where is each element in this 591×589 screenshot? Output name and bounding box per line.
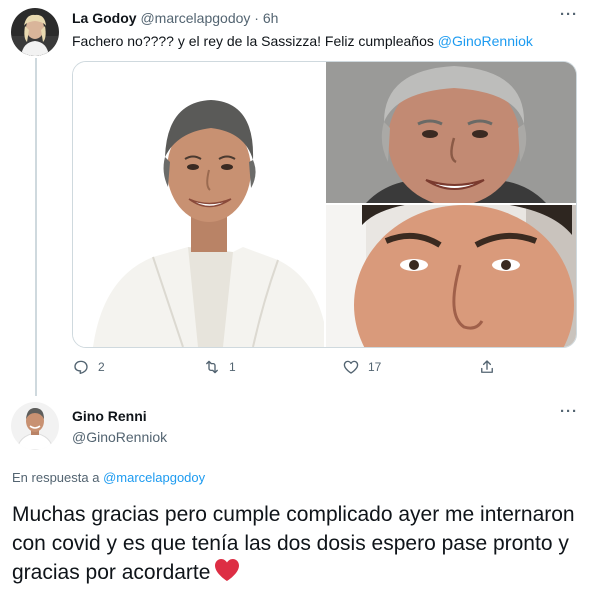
replying-to-label: En respuesta a @marcelapgodoy: [12, 470, 205, 485]
avatar-la-godoy[interactable]: [11, 8, 59, 56]
share-icon: [481, 360, 493, 373]
replying-to-prefix: En respuesta a: [12, 470, 104, 485]
tweet-text-main: Fachero no???? y el rey de la Sassizza! …: [72, 33, 438, 49]
share-button[interactable]: [478, 358, 504, 376]
like-count: 17: [368, 360, 382, 374]
thread-connector-line: [35, 58, 37, 396]
reply-text: Muchas gracias pero cumple complicado ay…: [12, 500, 582, 589]
retweet-count: 1: [229, 360, 236, 374]
author-name[interactable]: La Godoy: [72, 10, 137, 26]
reply-count: 2: [98, 360, 105, 374]
replying-to-mention[interactable]: @marcelapgodoy: [103, 470, 205, 485]
retweet-button[interactable]: 1: [203, 358, 236, 376]
reply-button[interactable]: 2: [72, 358, 105, 376]
more-options-icon[interactable]: ···: [560, 403, 578, 420]
media-photo-3[interactable]: [326, 205, 576, 347]
reply-author-name[interactable]: Gino Renni: [72, 408, 147, 424]
tweet-header: La Godoy @marcelapgodoy · 6h: [72, 10, 278, 26]
tweet-timestamp[interactable]: 6h: [263, 10, 279, 26]
tweet-text: Fachero no???? y el rey de la Sassizza! …: [72, 33, 533, 49]
reply-author-handle[interactable]: @GinoRenniok: [72, 429, 167, 445]
reply-text-body: Muchas gracias pero cumple complicado ay…: [12, 503, 575, 584]
retweet-icon: [206, 360, 218, 374]
avatar-gino-renni[interactable]: [11, 402, 59, 450]
mention-link[interactable]: @GinoRenniok: [438, 33, 533, 49]
tweet-actions-bar: 2 1 17: [72, 358, 577, 380]
separator-dot: ·: [254, 10, 259, 26]
like-button[interactable]: 17: [342, 358, 381, 376]
media-photo-2[interactable]: [326, 62, 576, 203]
heart-icon: [343, 360, 359, 374]
red-heart-emoji-icon: [214, 558, 240, 589]
media-photo-1[interactable]: [73, 62, 324, 347]
reply-icon: [74, 360, 88, 375]
tweet-media-grid: [72, 61, 577, 348]
more-options-icon[interactable]: ···: [560, 6, 578, 23]
author-handle[interactable]: @marcelapgodoy: [140, 10, 250, 26]
